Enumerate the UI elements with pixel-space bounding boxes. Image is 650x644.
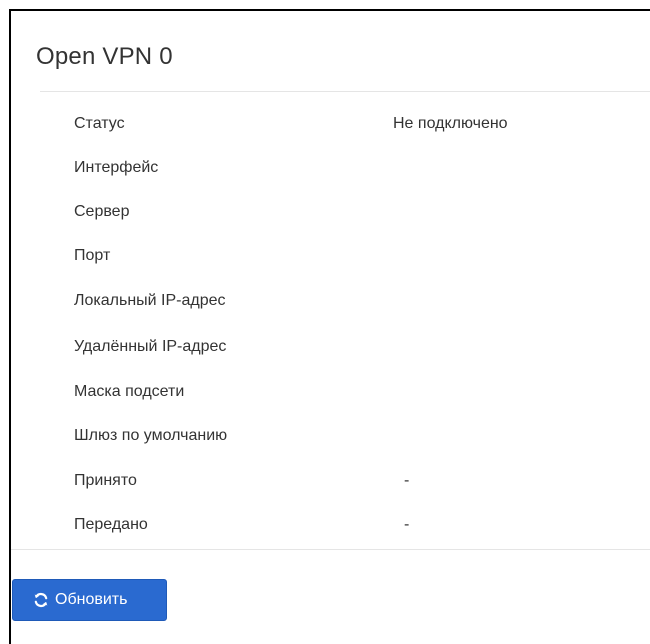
title-divider	[40, 91, 650, 92]
info-label: Маска подсети	[74, 383, 185, 400]
info-label: Интерфейс	[74, 159, 159, 176]
info-label: Принято	[74, 472, 137, 489]
info-row-status: Статус Не подключено	[0, 112, 650, 136]
info-label: Локальный IP-адрес	[74, 292, 226, 309]
refresh-button-label: Обновить	[55, 591, 128, 608]
info-label: Шлюз по умолчанию	[74, 427, 228, 444]
info-label: Передано	[74, 516, 148, 533]
info-row-server: Сервер	[0, 200, 650, 224]
refresh-button[interactable]: Обновить	[12, 579, 167, 621]
info-value: Не подключено	[393, 115, 508, 132]
info-label: Сервер	[74, 203, 130, 220]
info-label: Порт	[74, 247, 111, 264]
refresh-icon	[34, 592, 48, 608]
info-row-default-gateway: Шлюз по умолчанию	[0, 424, 650, 448]
info-row-port: Порт	[0, 244, 650, 268]
info-value: -	[404, 472, 410, 489]
panel-title: Open VPN 0	[36, 43, 173, 70]
info-label: Удалённый IP-адрес	[74, 338, 227, 355]
info-row-remote-ip: Удалённый IP-адрес	[0, 335, 650, 359]
info-row-received: Принято -	[0, 469, 650, 493]
info-row-sent: Передано -	[0, 513, 650, 537]
footer-divider	[11, 549, 650, 550]
info-label: Статус	[74, 115, 125, 132]
info-row-local-ip: Локальный IP-адрес	[0, 289, 650, 313]
info-row-subnet-mask: Маска подсети	[0, 380, 650, 404]
info-row-interface: Интерфейс	[0, 156, 650, 180]
info-value: -	[404, 516, 410, 533]
